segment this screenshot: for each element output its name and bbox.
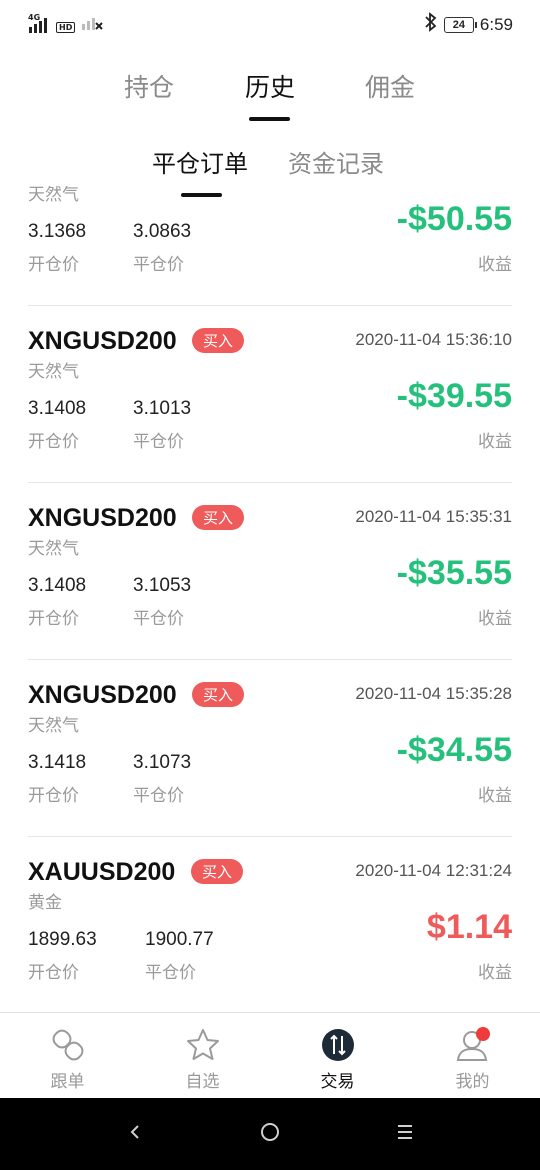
close-price-label: 平仓价 xyxy=(133,609,184,629)
profit-value: -$39.55 xyxy=(396,377,512,415)
trade-icon xyxy=(320,1027,356,1063)
profit-value: $1.14 xyxy=(426,908,512,946)
close-price-label: 平仓价 xyxy=(133,255,184,275)
menu-icon[interactable] xyxy=(396,1118,414,1152)
open-price-label: 开仓价 xyxy=(28,609,79,629)
close-price-label: 平仓价 xyxy=(145,963,196,983)
commodity-name: 天然气 xyxy=(28,362,79,382)
star-icon xyxy=(185,1027,221,1063)
tab-history[interactable]: 历史 xyxy=(245,68,295,104)
profit-label: 收益 xyxy=(478,609,512,629)
order-time: 2020-11-04 15:36:10 xyxy=(355,330,512,349)
nav-label: 跟单 xyxy=(50,1072,85,1092)
buy-badge: 买入 xyxy=(192,682,244,707)
signal-icon: 4G xyxy=(28,13,50,33)
buy-badge: 买入 xyxy=(192,505,244,530)
nav-label: 自选 xyxy=(185,1072,220,1092)
close-price: 3.1013 xyxy=(133,398,192,419)
open-price: 3.1418 xyxy=(28,752,87,773)
commodity-name: 黄金 xyxy=(28,893,62,913)
bluetooth-icon xyxy=(424,12,438,37)
main-tab-indicator xyxy=(249,117,290,121)
commodity-name: 天然气 xyxy=(28,716,79,736)
clock: 6:59 xyxy=(479,14,513,34)
profit-label: 收益 xyxy=(478,786,512,806)
main-tabs: 持仓 历史 佣金 xyxy=(0,64,540,124)
open-price-label: 开仓价 xyxy=(28,786,79,806)
close-price-label: 平仓价 xyxy=(133,786,184,806)
order-item[interactable]: XNGUSD200 买入 2020-11-04 15:35:31 天然气 3.1… xyxy=(28,483,512,660)
open-price: 3.1408 xyxy=(28,398,87,419)
battery-icon: 24 xyxy=(443,16,477,33)
hd-icon: HD xyxy=(56,22,76,33)
open-price: 3.1408 xyxy=(28,575,87,596)
profit-value: -$50.55 xyxy=(396,200,512,238)
close-price-label: 平仓价 xyxy=(133,432,184,452)
back-icon[interactable] xyxy=(126,1118,144,1152)
close-price: 3.1053 xyxy=(133,575,192,596)
order-item[interactable]: XNGUSD200 买入 2020-11-04 15:35:28 天然气 3.1… xyxy=(28,660,512,837)
tab-fund-records[interactable]: 资金记录 xyxy=(288,144,384,179)
order-list[interactable]: 天然气 3.1368 3.0863 开仓价 平仓价 -$50.55 收益 XNG… xyxy=(0,186,540,1012)
tab-closed-orders[interactable]: 平仓订单 xyxy=(152,144,248,179)
open-price-label: 开仓价 xyxy=(28,255,79,275)
tab-holdings[interactable]: 持仓 xyxy=(124,68,174,104)
home-icon[interactable] xyxy=(259,1118,281,1152)
close-price: 3.1073 xyxy=(133,752,192,773)
nav-label: 我的 xyxy=(455,1072,490,1092)
status-right: 24 6:59 xyxy=(424,12,513,37)
open-price: 3.1368 xyxy=(28,221,87,242)
profit-value: -$35.55 xyxy=(396,554,512,592)
open-price: 1899.63 xyxy=(28,929,97,950)
order-symbol: XAUUSD200 xyxy=(28,858,176,886)
profit-label: 收益 xyxy=(478,255,512,275)
status-bar: 4G HD 24 6:59 xyxy=(0,0,540,46)
profit-value: -$34.55 xyxy=(396,731,512,769)
profit-label: 收益 xyxy=(478,963,512,983)
order-symbol: XNGUSD200 xyxy=(28,327,177,355)
open-price-label: 开仓价 xyxy=(28,963,79,983)
order-time: 2020-11-04 15:35:28 xyxy=(355,684,512,703)
order-item[interactable]: 天然气 3.1368 3.0863 开仓价 平仓价 -$50.55 收益 xyxy=(28,186,512,306)
profit-label: 收益 xyxy=(478,432,512,452)
buy-badge: 买入 xyxy=(192,328,244,353)
order-time: 2020-11-04 15:35:31 xyxy=(355,507,512,526)
order-time: 2020-11-04 12:31:24 xyxy=(355,861,512,880)
link-icon xyxy=(50,1027,86,1063)
nav-copy-trade[interactable]: 跟单 xyxy=(0,1013,135,1099)
profile-icon xyxy=(455,1027,491,1063)
close-price: 1900.77 xyxy=(145,929,214,950)
order-symbol: XNGUSD200 xyxy=(28,504,177,532)
nav-profile[interactable]: 我的 xyxy=(405,1013,540,1099)
bottom-nav: 跟单 自选 交易 我的 xyxy=(0,1012,540,1098)
nav-trade[interactable]: 交易 xyxy=(270,1013,405,1099)
close-price: 3.0863 xyxy=(133,221,192,242)
notification-dot xyxy=(475,1027,490,1041)
nav-watchlist[interactable]: 自选 xyxy=(135,1013,270,1099)
commodity-name: 天然气 xyxy=(28,186,79,205)
open-price-label: 开仓价 xyxy=(28,432,79,452)
order-symbol: XNGUSD200 xyxy=(28,681,177,709)
commodity-name: 天然气 xyxy=(28,539,79,559)
buy-badge: 买入 xyxy=(191,859,243,884)
status-left: 4G HD xyxy=(28,12,104,33)
system-nav-bar xyxy=(0,1098,540,1170)
nav-label: 交易 xyxy=(320,1072,355,1092)
order-item[interactable]: XAUUSD200 买入 2020-11-04 12:31:24 黄金 1899… xyxy=(28,837,512,1012)
tab-commission[interactable]: 佣金 xyxy=(365,68,415,104)
order-item[interactable]: XNGUSD200 买入 2020-11-04 15:36:10 天然气 3.1… xyxy=(28,306,512,483)
signal-none-icon xyxy=(81,12,104,33)
